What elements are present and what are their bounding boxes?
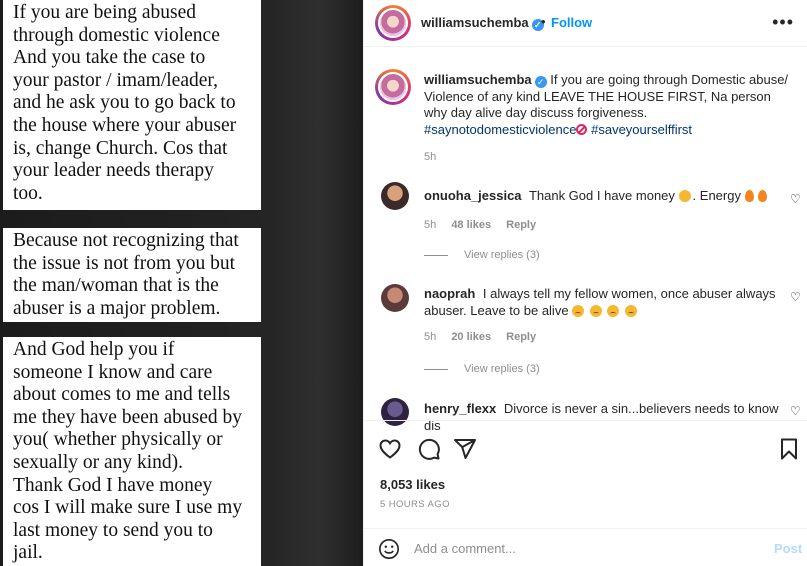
post-comment-button[interactable]: Post: [774, 541, 802, 556]
caption-timestamp[interactable]: 5h: [424, 151, 436, 163]
view-replies-button[interactable]: View replies (3): [424, 363, 540, 375]
post-header: williamsuchemba ✓ • Follow •••: [364, 0, 807, 47]
comment-time[interactable]: 5h: [424, 331, 436, 343]
reply-button[interactable]: Reply: [506, 331, 536, 343]
sad-face-emoji-icon: [589, 305, 602, 317]
comment-username[interactable]: naoprah: [424, 286, 475, 301]
fire-emoji-icon: [744, 190, 754, 202]
comment-username[interactable]: onuoha_jessica: [424, 188, 522, 203]
sad-face-emoji-icon: [572, 305, 585, 317]
like-heart-icon[interactable]: [378, 437, 402, 461]
post-image[interactable]: If you are being abused through domestic…: [0, 0, 363, 566]
comment-like-heart-icon[interactable]: ♡: [790, 290, 801, 304]
reply-button[interactable]: Reply: [506, 219, 536, 231]
emoji-smiley-icon[interactable]: [378, 538, 400, 560]
verified-badge-icon: ✓: [534, 76, 547, 88]
caption-avatar[interactable]: [375, 69, 411, 105]
comment-meta: 5h 48 likes Reply: [424, 219, 548, 231]
comment-username[interactable]: henry_flexx: [424, 401, 496, 416]
add-comment-bar: Post: [364, 528, 807, 566]
sad-face-emoji-icon: [607, 305, 620, 317]
comment-like-heart-icon[interactable]: ♡: [790, 404, 801, 418]
image-shadow: [273, 0, 363, 566]
more-options-icon[interactable]: •••: [772, 12, 794, 33]
hashtag-saynotodomesticviolence[interactable]: #saynotodomesticviolence: [424, 122, 576, 137]
comment-meta: 5h 20 likes Reply: [424, 331, 548, 343]
laughing-face-emoji-icon: [678, 190, 691, 202]
fire-emoji-icon: [757, 190, 767, 202]
save-bookmark-icon[interactable]: [778, 437, 800, 461]
commenter-avatar[interactable]: [381, 284, 409, 312]
commenter-avatar[interactable]: [381, 182, 409, 210]
no-entry-emoji-icon: [576, 123, 588, 135]
view-replies-button[interactable]: View replies (3): [424, 249, 540, 261]
comment-like-heart-icon[interactable]: ♡: [790, 192, 801, 206]
comment-text: naoprah I always tell my fellow women, o…: [424, 286, 776, 318]
post-actions: 8,053 likes 5 HOURS AGO: [364, 420, 807, 540]
likes-count[interactable]: 8,053 likes: [380, 477, 445, 492]
note-block-3: And God help you if someone I know and c…: [3, 337, 261, 566]
comment-bubble-icon[interactable]: [417, 437, 441, 461]
add-comment-input[interactable]: [414, 538, 744, 558]
sad-face-emoji-icon: [625, 305, 638, 317]
post-details-panel: williamsuchemba ✓ • Follow ••• williamsuc…: [363, 0, 807, 566]
post-time-ago[interactable]: 5 HOURS AGO: [380, 499, 450, 510]
author-avatar[interactable]: [375, 5, 411, 41]
hashtag-saveyourselffirst[interactable]: #saveyourselffirst: [591, 122, 692, 137]
note-block-2: Because not recognizing that the issue i…: [3, 228, 261, 322]
comment-text: onuoha_jessica Thank God I have money . …: [424, 187, 784, 204]
note-block-1: If you are being abused through domestic…: [3, 0, 261, 210]
separator-dot: •: [541, 14, 546, 29]
caption-text: williamsuchemba ✓ If you are going throug…: [424, 72, 792, 138]
comment-likes-count[interactable]: 48 likes: [451, 219, 491, 231]
caption-username[interactable]: williamsuchemba: [424, 72, 532, 87]
comment-time[interactable]: 5h: [424, 219, 436, 231]
share-paper-plane-icon[interactable]: [453, 437, 477, 461]
author-username[interactable]: williamsuchemba: [421, 15, 529, 30]
follow-button[interactable]: Follow: [551, 15, 592, 30]
comment-likes-count[interactable]: 20 likes: [451, 331, 491, 343]
